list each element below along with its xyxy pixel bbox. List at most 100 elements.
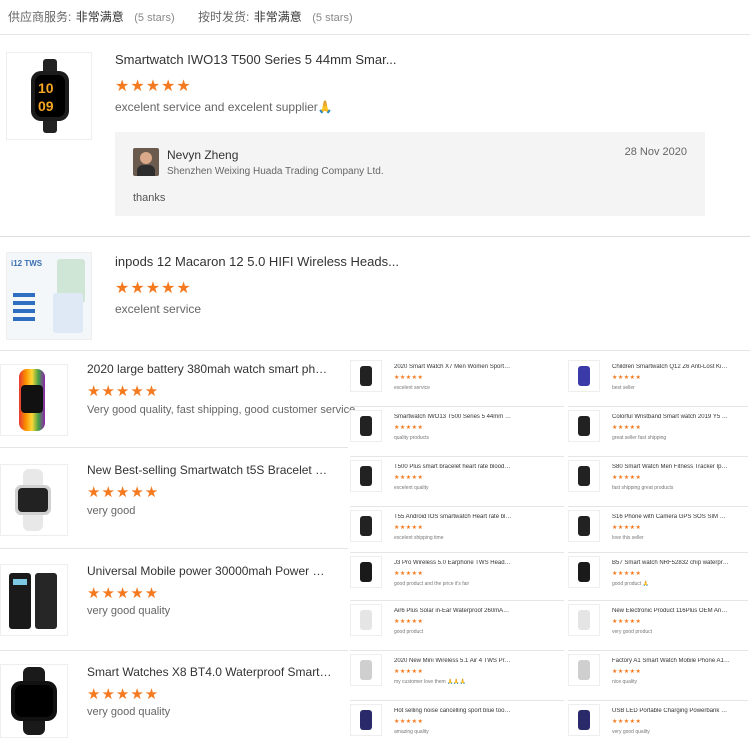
- product-thumbnail[interactable]: [568, 410, 600, 442]
- product-thumbnail[interactable]: [568, 360, 600, 392]
- product-thumbnail[interactable]: [350, 704, 382, 736]
- divider: [568, 700, 748, 701]
- rating-stars: ★★★★★: [394, 475, 424, 481]
- divider: [350, 506, 564, 507]
- product-title[interactable]: USB LED Portable Charging Powerbank Pack…: [612, 708, 730, 714]
- product-thumbnail[interactable]: [350, 460, 382, 492]
- rating-stars: ★★★★★: [87, 383, 160, 400]
- feature-badge: [13, 293, 35, 297]
- product-title[interactable]: Smartwatch IWO13 T500 Series 5 44mm Smar…: [394, 414, 512, 420]
- product-image: [578, 516, 590, 536]
- product-title[interactable]: Hot selling noise cancelling sport blue …: [394, 708, 512, 714]
- product-thumbnail[interactable]: [0, 464, 68, 536]
- review-text: best seller: [612, 385, 635, 391]
- rating-stars: ★★★★★: [394, 719, 424, 725]
- on-time-shipping-rating: 按时发货: 非常满意 (5 stars): [198, 8, 353, 26]
- product-title[interactable]: Smartwatch IWO13 T500 Series 5 44mm Smar…: [115, 52, 415, 67]
- product-thumbnail[interactable]: [350, 360, 382, 392]
- product-thumbnail[interactable]: [0, 364, 68, 436]
- product-title[interactable]: Smart Watches X8 BT4.0 Waterproof Smartw…: [87, 665, 332, 679]
- product-title[interactable]: J3 Pro Wireless 5.0 Earphone TWS Headpho…: [394, 560, 512, 566]
- supplier-service-rating: 供应商服务: 非常满意 (5 stars): [8, 8, 175, 26]
- rating-stars-text: (5 stars): [134, 12, 175, 24]
- product-thumbnail[interactable]: [568, 654, 600, 686]
- product-image: [360, 366, 372, 386]
- product-image: [578, 610, 590, 630]
- divider: [0, 548, 348, 549]
- product-image: [578, 660, 590, 680]
- product-thumbnail[interactable]: [0, 564, 68, 636]
- product-image: [578, 710, 590, 730]
- review-text: love this seller: [612, 535, 644, 541]
- product-thumbnail[interactable]: [568, 460, 600, 492]
- product-thumbnail[interactable]: [350, 654, 382, 686]
- product-image: [360, 710, 372, 730]
- review-text: very good quality: [612, 729, 650, 735]
- product-image: [360, 562, 372, 582]
- review-text: very good quality: [87, 605, 171, 617]
- product-thumbnail[interactable]: 10 09: [6, 52, 92, 140]
- divider: [350, 406, 564, 407]
- product-title[interactable]: Children Smartwatch Q12 Z6 Anti-Lost Kid…: [612, 364, 730, 370]
- product-thumbnail[interactable]: [568, 556, 600, 588]
- reply-name: Nevyn Zheng: [167, 148, 239, 162]
- product-title[interactable]: 2020 Smart Watch X7 Men Women Sports Fit…: [394, 364, 512, 370]
- feature-badge: [13, 309, 35, 313]
- divider: [0, 350, 750, 351]
- product-title[interactable]: Air6 Plus Solar in-Ear Waterproof 260mAh…: [394, 608, 512, 614]
- product-title[interactable]: B57 Smart watch NRF52832 chip waterproof…: [612, 560, 730, 566]
- rating-stars: ★★★★★: [394, 425, 424, 431]
- product-thumbnail[interactable]: [568, 510, 600, 542]
- product-title[interactable]: T55 Android IOS smartwatch Heart rate bl…: [394, 514, 512, 520]
- rating-stars-text: (5 stars): [312, 12, 353, 24]
- earbud-box: [53, 293, 83, 333]
- product-thumbnail[interactable]: [350, 556, 382, 588]
- rating-stars: ★★★★★: [612, 619, 642, 625]
- product-thumbnail[interactable]: i12 TWS: [6, 252, 92, 340]
- product-thumbnail[interactable]: [350, 410, 382, 442]
- reply-date: 28 Nov 2020: [624, 146, 687, 158]
- review-text: good product and the price it's fair: [394, 581, 470, 587]
- divider: [568, 650, 748, 651]
- review-text: good product 🙏: [612, 581, 649, 587]
- product-image: [578, 416, 590, 436]
- product-title[interactable]: 2020 large battery 380mah watch smart ph…: [87, 362, 332, 376]
- product-title[interactable]: New Electronic Product 116Plus OEM Andro…: [612, 608, 730, 614]
- rating-value: 非常满意: [75, 10, 124, 24]
- review-text: excelent service and excelent supplier🙏: [115, 100, 333, 114]
- review-text: very good product: [612, 629, 653, 635]
- product-title[interactable]: New Best-selling Smartwatch t5S Bracelet…: [87, 463, 332, 477]
- product-thumbnail[interactable]: [350, 604, 382, 636]
- product-title[interactable]: S16 Phone with Camera GPS SOS SIM Card C…: [612, 514, 730, 520]
- feature-badge: [13, 301, 35, 305]
- divider: [350, 552, 564, 553]
- review-text: good product: [394, 629, 424, 635]
- white-watch-image: [15, 469, 51, 531]
- product-image: [360, 466, 372, 486]
- product-thumbnail[interactable]: [350, 510, 382, 542]
- review-text: very good quality: [87, 706, 171, 718]
- rating-stars: ★★★★★: [87, 686, 160, 703]
- product-title[interactable]: 2020 New Mini Wireless 5.1 Air 4 TWS Pro…: [394, 658, 512, 664]
- rating-stars: ★★★★★: [612, 425, 642, 431]
- product-thumbnail[interactable]: [0, 664, 68, 738]
- rating-stars: ★★★★★: [612, 375, 642, 381]
- product-title[interactable]: S80 Smart Watch Men Fitness Tracker Ip68…: [612, 464, 730, 470]
- review-text: Very good quality, fast shipping, good c…: [87, 404, 356, 416]
- rating-stars: ★★★★★: [612, 669, 642, 675]
- product-thumbnail[interactable]: [568, 704, 600, 736]
- rating-label: 供应商服务:: [8, 10, 72, 24]
- black-watch-image: [11, 667, 57, 735]
- review-text: very good: [87, 505, 136, 517]
- rating-stars: ★★★★★: [394, 375, 424, 381]
- product-title[interactable]: inpods 12 Macaron 12 5.0 HIFI Wireless H…: [115, 254, 415, 269]
- smartwatch-image: 10 09: [31, 59, 69, 133]
- product-title[interactable]: Factory A1 Smart Watch Mobile Phone A1 S…: [612, 658, 730, 664]
- review-text: quality products: [394, 435, 430, 441]
- product-title[interactable]: T500 Plus smart bracelet heart rate bloo…: [394, 464, 512, 470]
- product-title[interactable]: Colorful Wristband Smart watch 2019 Y5 K…: [612, 414, 730, 420]
- svg-text:10: 10: [38, 80, 54, 96]
- product-thumbnail[interactable]: [568, 604, 600, 636]
- product-title[interactable]: Universal Mobile power 30000mah Power Ba…: [87, 564, 332, 578]
- divider: [568, 600, 748, 601]
